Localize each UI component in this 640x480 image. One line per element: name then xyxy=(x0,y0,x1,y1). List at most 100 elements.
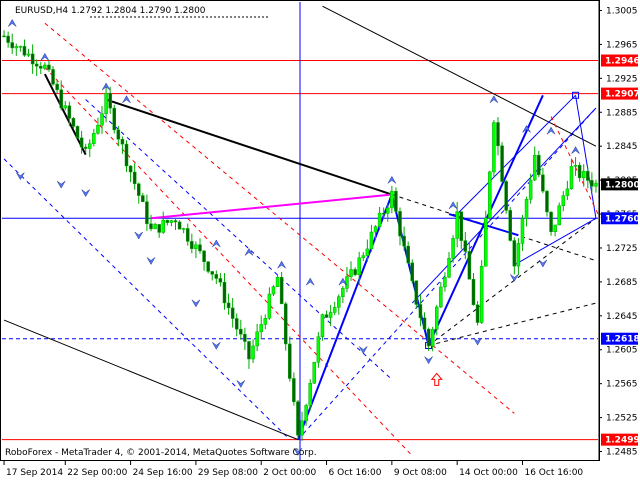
price-tag-label: 1.2618 xyxy=(605,335,640,345)
bull-candle xyxy=(479,266,484,323)
bear-candle xyxy=(247,341,251,360)
bear-candle xyxy=(67,105,72,119)
bear-candle xyxy=(222,281,227,304)
bear-candle xyxy=(279,277,284,305)
price-tag-label: 1.2946 xyxy=(605,57,640,67)
fractal-up-arrow xyxy=(122,95,131,103)
bull-candle xyxy=(524,198,529,219)
bull-candle xyxy=(328,312,333,318)
bear-candle xyxy=(30,53,35,65)
bear-candle xyxy=(475,304,480,323)
bull-candle xyxy=(300,420,304,436)
y-tick-label: 1.2685 xyxy=(606,278,638,288)
bull-candle xyxy=(275,277,280,288)
bear-candle xyxy=(243,333,247,342)
fractal-up-arrow xyxy=(212,239,221,248)
bear-candle xyxy=(381,212,386,215)
bear-candle xyxy=(51,69,55,85)
fractal-down-arrow xyxy=(538,259,548,268)
bear-candle xyxy=(230,307,235,319)
fractal-up-arrow xyxy=(40,52,50,61)
bull-candle xyxy=(332,307,337,313)
fractal-down-arrow xyxy=(359,346,368,355)
bear-candle xyxy=(496,122,500,146)
fractal-down-arrow xyxy=(212,342,221,350)
fractal-down-arrow xyxy=(473,337,482,346)
fractal-down-arrow xyxy=(236,380,246,388)
bull-candle xyxy=(581,170,586,179)
y-tick-label: 1.2925 xyxy=(606,74,638,84)
bull-candle xyxy=(377,212,382,227)
x-tick-label: 22 Sep 00:00 xyxy=(67,468,127,478)
bull-candle xyxy=(251,345,255,360)
bear-candle xyxy=(410,262,415,282)
y-tick-label: 1.2885 xyxy=(606,108,638,118)
bull-candle xyxy=(447,258,451,278)
bull-candle xyxy=(304,405,308,422)
bear-candle xyxy=(210,271,214,275)
x-tick-label: 29 Sep 08:00 xyxy=(198,468,258,478)
bull-candle xyxy=(88,143,92,149)
bear-candle xyxy=(165,219,170,223)
bear-candle xyxy=(108,92,112,109)
bear-candle xyxy=(218,278,223,283)
y-tick-label: 1.2725 xyxy=(606,244,638,254)
bear-candle xyxy=(353,269,357,276)
bear-candle xyxy=(47,64,51,70)
bull-candle xyxy=(153,224,157,230)
bear-candle xyxy=(537,154,541,176)
bull-candle xyxy=(390,190,394,209)
y-tick-label: 1.2525 xyxy=(606,414,638,424)
eurusd-chart: 1.30051.29651.29251.28851.28451.28051.27… xyxy=(0,0,640,478)
bull-candle xyxy=(96,124,100,134)
bear-candle xyxy=(296,401,300,436)
x-tick-label: 14 Oct 00:00 xyxy=(459,468,518,478)
bear-candle xyxy=(398,211,402,237)
y-tick-label: 1.2845 xyxy=(606,142,638,152)
trend-line xyxy=(44,66,413,457)
bull-candle xyxy=(263,318,268,325)
bull-candle xyxy=(594,182,598,187)
fractal-up-arrow xyxy=(387,175,397,184)
bull-candle xyxy=(443,276,447,288)
price-tag-label: 1.2760 xyxy=(605,214,640,224)
bull-candle xyxy=(26,53,31,56)
symbol-header: EURUSD,H4 1.2792 1.2804 1.2790 1.2800 xyxy=(15,6,206,16)
bull-candle xyxy=(104,92,108,114)
bull-candle xyxy=(267,293,272,319)
bear-candle xyxy=(137,183,141,196)
fractal-up-arrow xyxy=(571,146,580,154)
fractal-up-arrow xyxy=(448,201,458,209)
bull-candle xyxy=(439,286,443,308)
bear-candle xyxy=(177,221,182,230)
bear-candle xyxy=(173,220,178,223)
y-tick-label: 1.2605 xyxy=(606,346,638,356)
fractal-down-arrow xyxy=(510,274,519,282)
trend-line xyxy=(3,319,299,441)
bull-candle xyxy=(194,244,198,249)
y-tick-label: 1.2965 xyxy=(606,40,638,50)
bull-candle xyxy=(565,188,570,196)
fractal-down-arrow xyxy=(134,231,143,240)
bear-candle xyxy=(124,143,129,167)
bull-candle xyxy=(271,286,276,295)
fractal-down-arrow xyxy=(424,356,433,365)
trend-line xyxy=(297,194,393,441)
bear-candle xyxy=(426,328,431,347)
target-arrow-icon xyxy=(430,372,443,386)
bear-candle xyxy=(120,139,125,145)
bull-candle xyxy=(561,195,566,206)
bear-candle xyxy=(459,211,463,241)
bear-candle xyxy=(234,318,239,330)
bear-candle xyxy=(34,63,39,67)
bear-candle xyxy=(545,190,549,213)
bear-candle xyxy=(402,235,406,247)
bear-candle xyxy=(10,42,14,49)
bear-candle xyxy=(202,250,206,262)
bull-candle xyxy=(259,324,263,333)
bull-candle xyxy=(386,207,390,214)
bull-candle xyxy=(528,179,533,200)
bear-candle xyxy=(590,180,594,187)
x-tick-label: 2 Oct 00:00 xyxy=(263,468,316,478)
fractal-down-arrow xyxy=(56,180,66,189)
